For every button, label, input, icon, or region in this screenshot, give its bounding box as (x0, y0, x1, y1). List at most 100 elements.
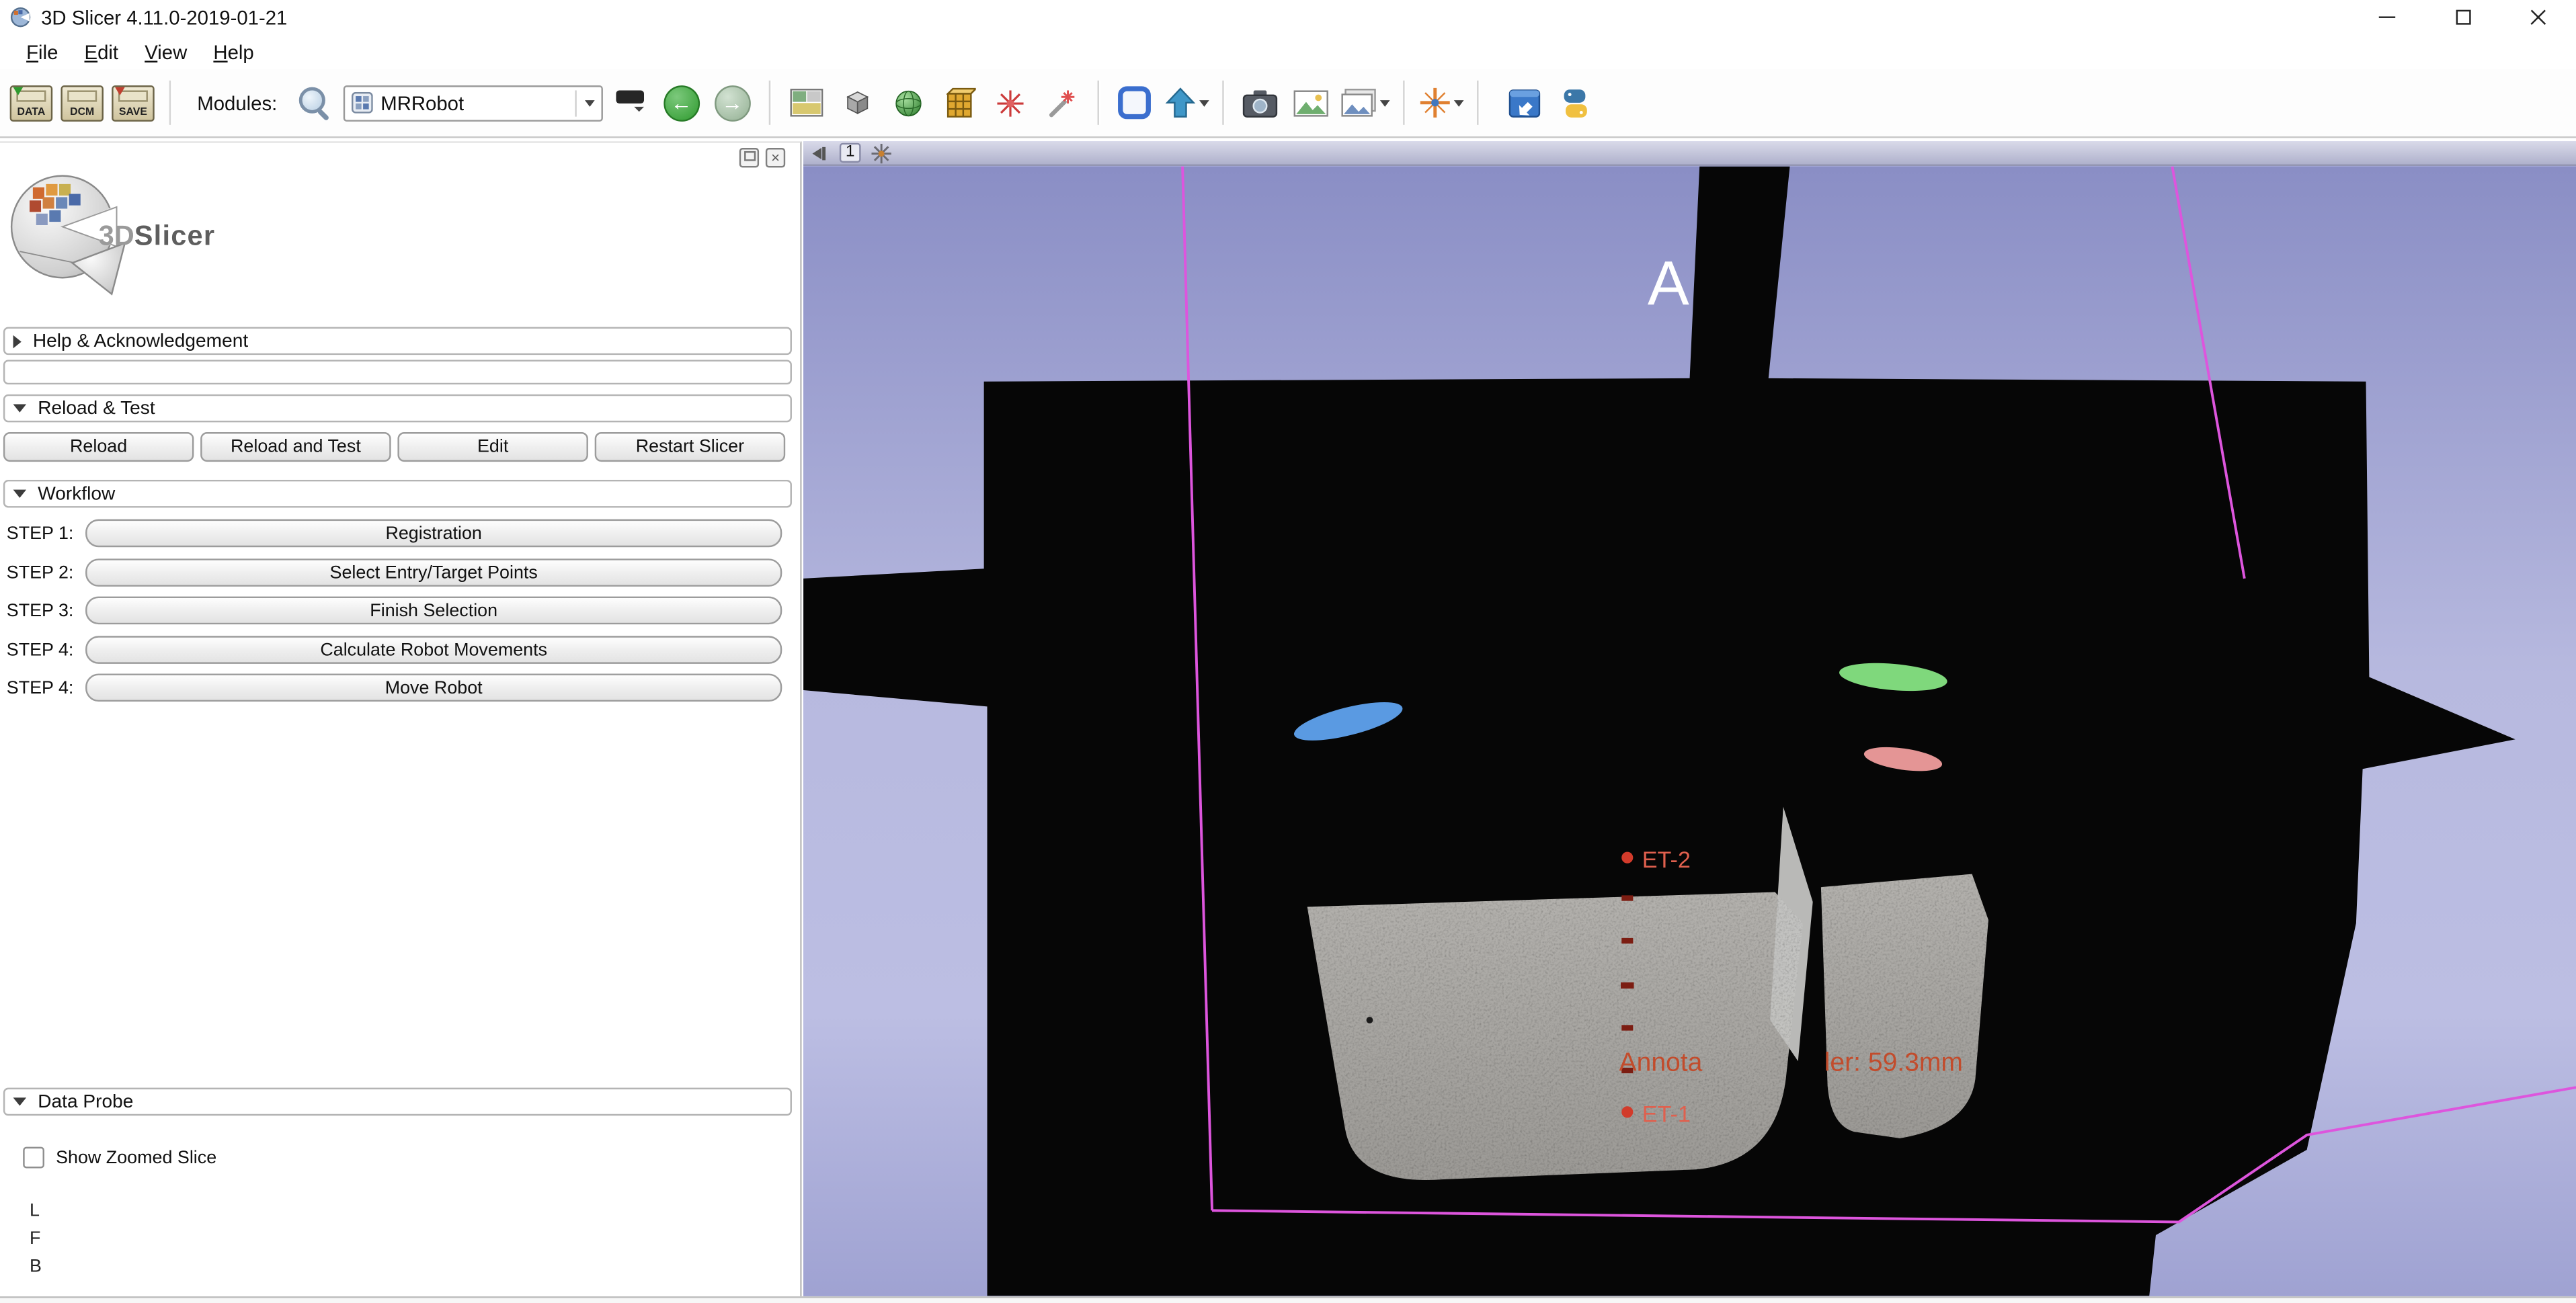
module-icon (351, 92, 372, 114)
expanded-triangle-icon (13, 404, 27, 412)
load-data-button[interactable]: DATA (8, 75, 54, 130)
photo-stack-icon (1338, 86, 1378, 119)
threed-view: 1 (803, 141, 2576, 1296)
ruler-label-left: Annota (1619, 1048, 1703, 1077)
fiducial-label-et2[interactable]: ET-2 (1642, 847, 1691, 873)
red-burst-icon (994, 86, 1027, 119)
section-label: Workflow (38, 484, 115, 503)
help-collapsed-box (3, 360, 792, 384)
layout-selector-button[interactable] (783, 75, 829, 130)
forward-arrow-icon: → (714, 85, 750, 121)
show-zoomed-slice-checkbox[interactable] (23, 1147, 44, 1169)
models-button[interactable] (885, 75, 931, 130)
crosshair-button[interactable] (1417, 75, 1463, 130)
module-panel: × 3DSlicer Help & Acknowledgement (0, 141, 802, 1296)
section-label: Help & Acknowledgement (33, 331, 248, 351)
close-button[interactable] (2501, 0, 2576, 34)
reload-button-row: Reload Reload and Test Edit Restart Slic… (3, 432, 785, 462)
history-forward-button[interactable]: → (709, 75, 755, 130)
combo-divider (575, 89, 576, 116)
pin-icon[interactable] (811, 144, 830, 162)
fiducial-label-et1[interactable]: ET-1 (1642, 1101, 1691, 1127)
restart-slicer-button[interactable]: Restart Slicer (595, 432, 785, 462)
history-icon (616, 89, 645, 103)
save-button[interactable]: SAVE (110, 75, 156, 130)
reload-and-test-button[interactable]: Reload and Test (200, 432, 391, 462)
python-icon (1557, 85, 1593, 121)
checkbox-label: Show Zoomed Slice (56, 1148, 216, 1167)
show-zoomed-slice-row: Show Zoomed Slice (23, 1147, 216, 1169)
restore-view-button[interactable] (1163, 75, 1209, 130)
probe-row-background: B (30, 1257, 42, 1277)
minimize-button[interactable] (2349, 0, 2425, 34)
section-data-probe[interactable]: Data Probe (3, 1088, 792, 1116)
maximize-icon (2455, 10, 2470, 25)
chevron-down-icon (1379, 100, 1390, 112)
collapsed-triangle-icon (13, 335, 22, 348)
fiducial-point-et1[interactable] (1621, 1106, 1633, 1118)
step-row-2: STEP 2: Select Entry/Target Points (7, 558, 782, 587)
maximize-button[interactable] (2425, 0, 2500, 34)
menu-file[interactable]: File (13, 37, 71, 67)
reload-button[interactable]: Reload (3, 432, 194, 462)
blue-frame-icon (1116, 84, 1154, 122)
scene-view-capture-button[interactable] (1287, 75, 1333, 130)
step-row-4: STEP 4: Calculate Robot Movements (7, 636, 782, 664)
calculate-robot-movements-button[interactable]: Calculate Robot Movements (85, 636, 782, 664)
undock-panel-icon[interactable] (739, 148, 759, 167)
slice-views-button[interactable] (834, 75, 880, 130)
dicom-icon: DCM (61, 85, 104, 121)
toolbar-separator (768, 81, 770, 125)
python-console-button[interactable] (1552, 75, 1598, 130)
center-view-icon[interactable] (871, 142, 892, 164)
load-data-icon: DATA (10, 85, 53, 121)
select-entry-target-button[interactable]: Select Entry/Target Points (85, 558, 782, 587)
fiducial-point-et2[interactable] (1621, 852, 1633, 864)
module-search-button[interactable] (292, 75, 337, 130)
transforms-button[interactable] (987, 75, 1033, 130)
toolbar-separator (169, 81, 171, 125)
section-reload-test[interactable]: Reload & Test (3, 394, 792, 423)
toolbar-separator (1476, 81, 1478, 125)
chevron-down-icon (1453, 100, 1463, 112)
menu-view[interactable]: View (132, 37, 200, 67)
crosshair-icon (1417, 85, 1451, 120)
photo-icon (1291, 86, 1330, 119)
section-workflow[interactable]: Workflow (3, 480, 792, 508)
title-bar: 3D Slicer 4.11.0-2019-01-21 (0, 0, 2576, 34)
move-robot-button[interactable]: Move Robot (85, 673, 782, 702)
capture-frame-button[interactable] (1112, 75, 1158, 130)
scene-views-button[interactable] (1338, 75, 1390, 130)
selected-module: MRRobot (380, 91, 464, 114)
finish-selection-button[interactable]: Finish Selection (85, 597, 782, 625)
registration-button[interactable]: Registration (85, 519, 782, 548)
trajectory-dash (1621, 895, 1633, 900)
magic-wand-button[interactable] (1038, 75, 1084, 130)
edit-button[interactable]: Edit (397, 432, 588, 462)
view-controller-bar: 1 (803, 141, 2576, 166)
extensions-manager-button[interactable] (1501, 75, 1547, 130)
screenshot-button[interactable] (1237, 75, 1283, 130)
search-icon (298, 85, 332, 120)
toolbar-separator (1402, 81, 1404, 125)
application-window: 3D Slicer 4.11.0-2019-01-21 File Edit Vi… (0, 0, 2576, 1303)
step-label: STEP 4: (7, 640, 85, 659)
close-panel-icon[interactable]: × (766, 148, 785, 167)
module-history-button[interactable] (608, 75, 653, 130)
menu-help[interactable]: Help (200, 37, 267, 67)
view-label: 1 (840, 143, 861, 163)
load-dicom-button[interactable]: DCM (59, 75, 105, 130)
history-back-button[interactable]: ← (658, 75, 704, 130)
save-icon: SAVE (112, 85, 155, 121)
step-label: STEP 2: (7, 562, 85, 582)
minimize-icon (2379, 16, 2395, 17)
section-help-acknowledgement[interactable]: Help & Acknowledgement (3, 327, 792, 355)
menu-edit[interactable]: Edit (71, 37, 132, 67)
volume-rendering-button[interactable] (936, 75, 981, 130)
3d-view-canvas[interactable]: ET-2 ET-1 Annota ler: 59.3mm A (803, 166, 2576, 1296)
cube-icon (841, 87, 874, 118)
step-row-5: STEP 4: Move Robot (7, 673, 782, 702)
module-selector-combobox[interactable]: MRRobot (343, 85, 602, 121)
ruler-label-right: ler: 59.3mm (1824, 1048, 1963, 1077)
step-row-1: STEP 1: Registration (7, 519, 782, 548)
